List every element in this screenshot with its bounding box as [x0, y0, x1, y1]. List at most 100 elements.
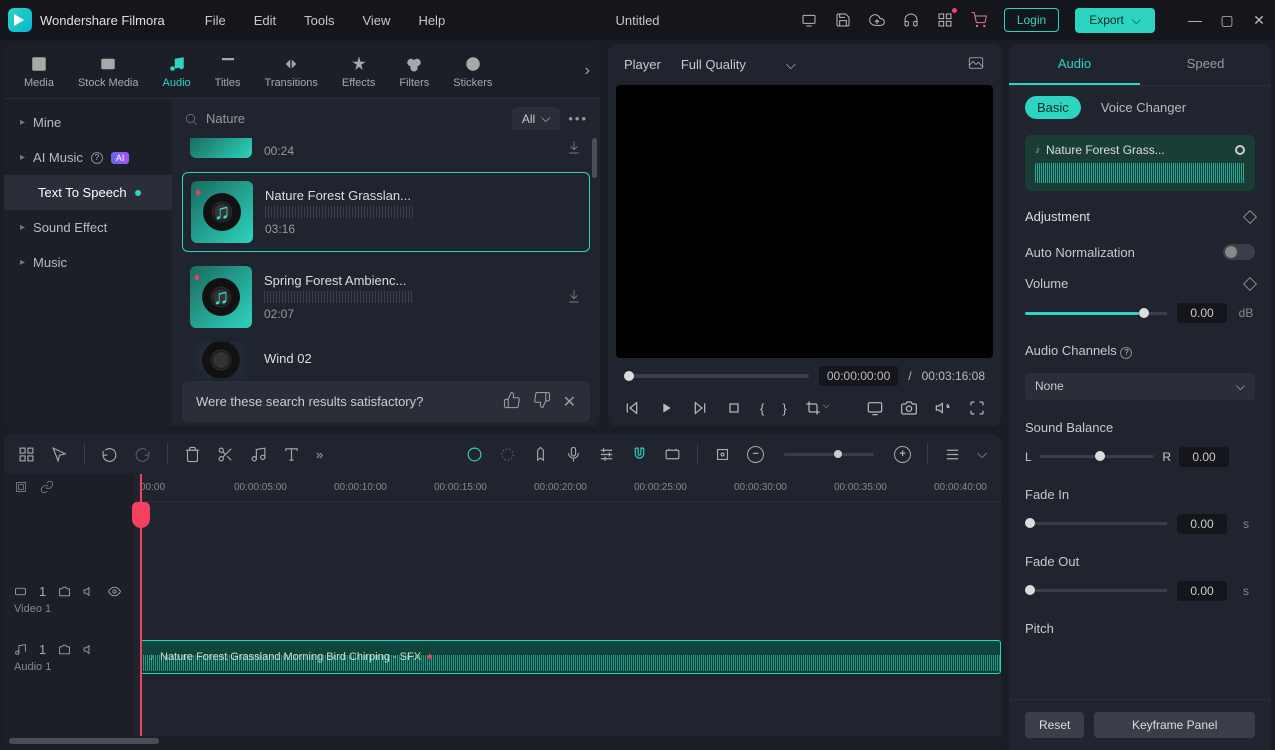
cloud-icon[interactable]	[868, 11, 886, 29]
search-input[interactable]: Nature	[184, 107, 504, 130]
sidebar-item-mine[interactable]: ▸Mine	[4, 105, 172, 140]
redo-button[interactable]	[134, 446, 151, 463]
scrollbar[interactable]	[592, 138, 597, 178]
audio-item[interactable]: ♦♫ Nature Forest Grasslan...03:16	[182, 172, 590, 252]
filter-dropdown[interactable]: All⌵	[512, 107, 560, 130]
more-options-button[interactable]: •••	[568, 111, 588, 126]
scrub-bar[interactable]	[624, 374, 809, 378]
zoom-out-icon[interactable]: −	[747, 446, 764, 463]
balance-slider[interactable]	[1040, 455, 1155, 458]
stop-button[interactable]	[726, 400, 742, 416]
track-height-icon[interactable]	[944, 446, 961, 463]
login-button[interactable]: Login	[1004, 8, 1059, 32]
tab-filters[interactable]: Filters	[389, 50, 439, 93]
display-button[interactable]	[867, 400, 883, 416]
props-tab-speed[interactable]: Speed	[1140, 44, 1271, 85]
keyframe-diamond[interactable]	[1243, 209, 1257, 223]
audio-edit-icon[interactable]	[250, 446, 267, 463]
minimize-button[interactable]: ―	[1187, 12, 1203, 29]
play-button[interactable]	[658, 400, 674, 416]
fade-in-slider[interactable]	[1025, 522, 1167, 525]
ai-tool-icon[interactable]	[466, 446, 483, 463]
sidebar-item-sound-effect[interactable]: ▸Sound Effect	[4, 210, 172, 245]
split-button[interactable]	[217, 446, 234, 463]
zoom-in-icon[interactable]: +	[894, 446, 911, 463]
channels-dropdown[interactable]: None⌵	[1025, 373, 1255, 400]
close-icon[interactable]: ✕	[563, 392, 576, 412]
render-icon[interactable]	[664, 446, 681, 463]
save-icon[interactable]	[834, 11, 852, 29]
maximize-button[interactable]: ▢	[1219, 12, 1235, 29]
sidebar-item-ai-music[interactable]: ▸AI Music?AI	[4, 140, 172, 175]
volume-value[interactable]: 0.00	[1177, 303, 1227, 323]
close-button[interactable]: ✕	[1251, 12, 1267, 29]
keyframe-panel-button[interactable]: Keyframe Panel	[1094, 712, 1255, 738]
thumbs-up-icon[interactable]	[503, 391, 521, 412]
timeline-scrollbar[interactable]	[4, 736, 1001, 746]
tab-transitions[interactable]: Transitions	[255, 50, 328, 93]
zoom-slider[interactable]	[784, 453, 874, 456]
playhead[interactable]	[140, 474, 142, 736]
tab-titles[interactable]: Titles	[205, 50, 251, 93]
info-icon[interactable]: ?	[1120, 347, 1132, 359]
text-tool-icon[interactable]	[283, 446, 300, 463]
magnetic-icon[interactable]	[631, 446, 648, 463]
props-tab-audio[interactable]: Audio	[1009, 44, 1140, 85]
camera-icon[interactable]	[901, 400, 917, 416]
auto-norm-toggle[interactable]	[1223, 244, 1255, 260]
menu-help[interactable]: Help	[418, 13, 445, 28]
snapshot-icon[interactable]	[967, 54, 985, 75]
audio-item[interactable]: Wind 02	[182, 342, 590, 378]
download-icon[interactable]	[566, 139, 582, 158]
timeline-canvas[interactable]: 00:00 00:00:05:00 00:00:10:00 00:00:15:0…	[134, 474, 1001, 736]
undo-button[interactable]	[101, 446, 118, 463]
sparkle-icon[interactable]	[499, 446, 516, 463]
menu-tools[interactable]: Tools	[304, 13, 334, 28]
crop-tool-button[interactable]: ⌵	[805, 400, 830, 416]
volume-slider[interactable]	[1025, 312, 1167, 315]
download-icon[interactable]	[566, 288, 582, 307]
fullscreen-icon[interactable]	[969, 400, 985, 416]
tab-audio[interactable]: Audio	[153, 50, 201, 93]
video-track-header[interactable]: 1 Video 1	[4, 570, 134, 628]
balance-value[interactable]: 0.00	[1179, 447, 1229, 467]
sidebar-item-text-to-speech[interactable]: Text To Speech	[4, 175, 172, 210]
quality-dropdown[interactable]: Full Quality⌵	[681, 57, 796, 73]
prev-frame-button[interactable]	[624, 400, 640, 416]
track-option-icon[interactable]	[14, 480, 28, 497]
tab-media[interactable]: Media	[14, 50, 64, 93]
pointer-icon[interactable]	[51, 446, 68, 463]
audio-item[interactable]: ♦♫ Spring Forest Ambienc...02:07	[182, 258, 590, 336]
subtab-basic[interactable]: Basic	[1025, 96, 1081, 119]
headphones-icon[interactable]	[902, 11, 920, 29]
apps-icon[interactable]	[936, 11, 954, 29]
keyframe-diamond[interactable]	[1243, 276, 1257, 290]
audio-item-partial[interactable]: 00:24	[182, 138, 590, 166]
link-icon[interactable]	[40, 480, 54, 497]
volume-icon[interactable]	[935, 400, 951, 416]
tab-stock-media[interactable]: Stock Media	[68, 50, 149, 93]
current-time[interactable]: 00:00:00:00	[819, 366, 898, 386]
voiceover-icon[interactable]	[565, 446, 582, 463]
mark-out-button[interactable]: }	[782, 401, 786, 416]
next-frame-button[interactable]	[692, 400, 708, 416]
menu-edit[interactable]: Edit	[254, 13, 276, 28]
timeline-ruler[interactable]: 00:00 00:00:05:00 00:00:10:00 00:00:15:0…	[134, 474, 1001, 502]
reset-button[interactable]: Reset	[1025, 712, 1084, 738]
fade-in-value[interactable]: 0.00	[1177, 514, 1227, 534]
audio-track-header[interactable]: 1 Audio 1	[4, 628, 134, 686]
delete-button[interactable]	[184, 446, 201, 463]
mini-playhead[interactable]	[1235, 145, 1245, 155]
mixer-icon[interactable]	[598, 446, 615, 463]
mark-in-button[interactable]: {	[760, 401, 764, 416]
cart-icon[interactable]	[970, 11, 988, 29]
tabs-more-button[interactable]: ›	[585, 62, 590, 80]
menu-file[interactable]: File	[205, 13, 226, 28]
tab-effects[interactable]: Effects	[332, 50, 385, 93]
export-button[interactable]: Export⌵	[1075, 8, 1155, 33]
video-preview[interactable]	[616, 85, 993, 358]
fade-out-value[interactable]: 0.00	[1177, 581, 1227, 601]
marker-icon[interactable]	[532, 446, 549, 463]
fade-out-slider[interactable]	[1025, 589, 1167, 592]
more-tools-icon[interactable]: »	[316, 447, 323, 462]
